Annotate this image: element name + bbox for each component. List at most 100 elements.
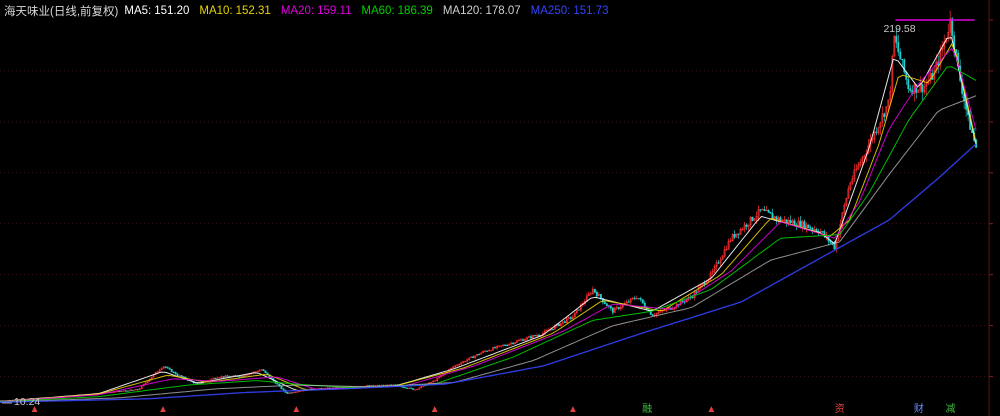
event-marker[interactable]: ▲ — [158, 404, 168, 416]
candle-body — [264, 370, 267, 374]
event-marker[interactable]: 财 — [914, 404, 924, 416]
candle-body — [627, 301, 630, 303]
event-marker[interactable]: ▲ — [430, 404, 440, 416]
event-marker[interactable]: 资 — [835, 404, 845, 416]
ma-legend-label: MA5: — [124, 5, 152, 17]
event-marker[interactable]: 融 — [642, 404, 652, 416]
candle-body — [238, 376, 241, 378]
candle-body — [785, 219, 788, 223]
candle-body — [382, 384, 385, 387]
candle-body — [226, 375, 229, 377]
ma-legend-value: 159.11 — [317, 5, 352, 17]
candle-body — [733, 234, 736, 238]
candle-body — [118, 390, 121, 392]
candle-body — [563, 321, 566, 323]
candle-body — [512, 342, 514, 344]
candle-body — [368, 385, 371, 387]
candle-body — [909, 88, 912, 91]
candle-body — [807, 224, 810, 229]
candle-body — [821, 231, 824, 233]
candle-body — [486, 350, 489, 352]
ma-legend-label: MA20: — [280, 5, 315, 17]
candle-body — [737, 233, 740, 235]
candle-body — [164, 366, 167, 368]
candle-body — [242, 375, 245, 377]
candle-body — [286, 392, 289, 394]
event-marker[interactable]: ▲ — [291, 404, 301, 416]
candle-body — [276, 383, 279, 385]
candle-body — [406, 387, 409, 389]
ma-legend-item: MA20: 159.11 — [281, 5, 352, 17]
ma-legend-label: MA120: — [442, 5, 483, 17]
ma-legend-value: 186.39 — [397, 5, 433, 17]
period-label: (日线,前复权) — [50, 6, 119, 18]
candle-body — [282, 388, 285, 391]
candle-body — [767, 209, 770, 213]
candle-body — [130, 389, 133, 391]
candle-body — [569, 317, 572, 319]
candle-body — [168, 367, 171, 370]
ma-legend-value: 178.07 — [485, 5, 521, 17]
candle-body — [262, 369, 265, 371]
candle-body — [605, 303, 608, 306]
candle-body — [691, 296, 694, 299]
candle-body — [522, 339, 524, 341]
candle-body — [180, 375, 183, 377]
candle-body — [176, 373, 179, 376]
candle-body — [336, 387, 339, 389]
candle-body — [769, 211, 772, 214]
candle-body — [759, 209, 762, 211]
candle-body — [799, 220, 802, 228]
ma-legend-item: MA120: 178.07 — [443, 5, 521, 17]
event-markers: ▲ ▲ ▲ ▲ ▲ 融 ▲ 资 财 减 — [0, 404, 1000, 416]
ma-line-ma250 — [0, 143, 977, 403]
ma-line-ma20 — [0, 47, 977, 403]
event-marker[interactable]: ▲ — [706, 404, 716, 416]
candle-body — [633, 297, 636, 300]
candle-body — [603, 301, 606, 304]
candle-body — [410, 387, 413, 389]
candle-body — [815, 229, 818, 232]
candle-body — [182, 376, 185, 378]
candle-body — [472, 356, 475, 359]
candle-body — [504, 344, 506, 346]
candle-body — [833, 243, 836, 250]
candle-body — [921, 83, 924, 93]
candle-body — [617, 307, 620, 310]
kline-chart[interactable] — [0, 0, 1000, 416]
ma-legend-value: 151.20 — [154, 5, 190, 17]
candle-body — [771, 213, 774, 219]
max-price-label: 219.58 — [883, 23, 916, 35]
candle-body — [745, 224, 748, 227]
candle-body — [222, 376, 225, 378]
candle-body — [895, 35, 898, 43]
candle-body — [897, 42, 900, 53]
moving-average-lines — [0, 19, 977, 404]
stock-name: 海天味业 — [4, 6, 50, 18]
candle-body — [899, 51, 902, 60]
candle-body — [551, 328, 554, 330]
candle-body — [751, 216, 754, 221]
event-marker[interactable]: 减 — [945, 404, 955, 416]
candle-body — [809, 227, 812, 229]
ma-line-ma10 — [0, 42, 977, 402]
candle-body — [530, 336, 532, 339]
ma-legend-label: MA250: — [530, 5, 571, 17]
candle-body — [124, 390, 127, 392]
ma-legend-item: MA250: 151.73 — [531, 5, 609, 17]
candle-body — [651, 314, 654, 316]
candle-body — [390, 384, 393, 386]
candle-body — [717, 262, 720, 264]
candle-body — [901, 59, 904, 61]
event-marker[interactable]: ▲ — [568, 404, 578, 416]
candle-body — [478, 353, 481, 356]
candle-body — [577, 309, 580, 311]
candle-body — [599, 294, 602, 299]
candle-body — [174, 371, 177, 375]
candle-body — [214, 377, 217, 379]
candle-body — [538, 335, 540, 337]
candle-body — [775, 216, 778, 220]
event-marker[interactable]: ▲ — [30, 404, 40, 416]
candle-body — [803, 221, 806, 229]
stock-title: 海天味业(日线,前复权) — [4, 3, 118, 19]
